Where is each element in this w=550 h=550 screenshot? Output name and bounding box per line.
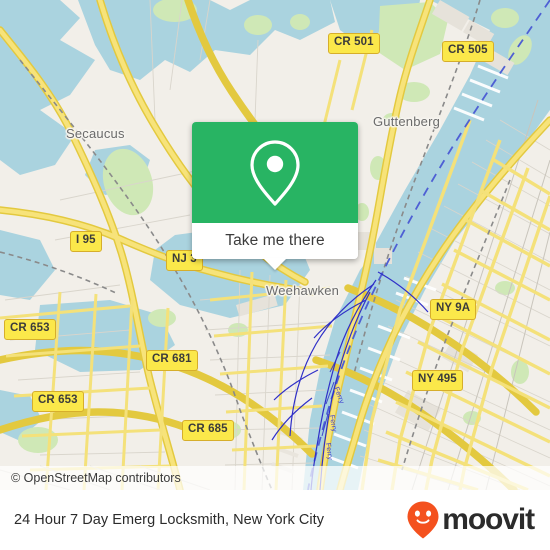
shield-cr-681[interactable]: CR 681 — [146, 350, 198, 371]
shield-i-95[interactable]: I 95 — [70, 231, 102, 252]
shield-cr-501[interactable]: CR 501 — [328, 33, 380, 54]
shield-cr-685[interactable]: CR 685 — [182, 420, 234, 441]
moovit-logo[interactable]: moovit — [406, 500, 535, 540]
page-title: 24 Hour 7 Day Emerg Locksmith, New York … — [14, 512, 325, 528]
osm-attribution-text[interactable]: © OpenStreetMap contributors — [0, 471, 181, 485]
moovit-smiley-pin-icon — [407, 501, 439, 539]
shield-ny-9a[interactable]: NY 9A — [430, 299, 477, 320]
popup-pointer-tail — [263, 258, 287, 270]
take-me-there-label: Take me there — [225, 232, 325, 249]
shield-cr-653-south[interactable]: CR 653 — [32, 391, 84, 412]
shield-cr-653-north[interactable]: CR 653 — [4, 319, 56, 340]
map-attribution-bar: © OpenStreetMap contributors — [0, 466, 550, 490]
location-popup-card[interactable]: Take me there — [192, 122, 358, 270]
footer-bar: 24 Hour 7 Day Emerg Locksmith, New York … — [0, 490, 550, 550]
popup-header — [192, 122, 358, 223]
page-root: Secaucus Guttenberg Weehawken CR 501 CR … — [0, 0, 550, 550]
map-canvas[interactable]: Secaucus Guttenberg Weehawken CR 501 CR … — [0, 0, 550, 490]
moovit-wordmark: moovit — [442, 503, 535, 536]
shield-ny-495[interactable]: NY 495 — [412, 370, 463, 391]
map-pin-icon — [250, 139, 300, 206]
take-me-there-button[interactable]: Take me there — [192, 223, 358, 270]
shield-cr-505[interactable]: CR 505 — [442, 41, 494, 62]
